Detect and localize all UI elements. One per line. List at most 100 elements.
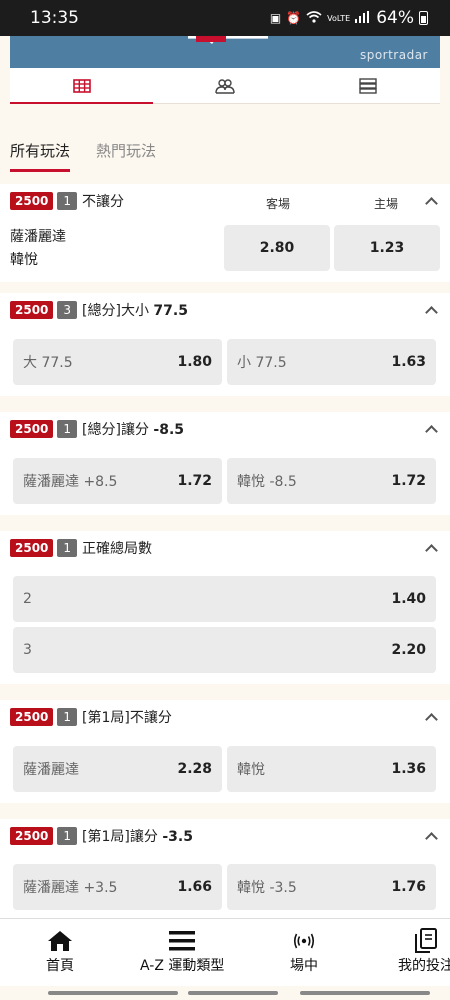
odds-button[interactable]: 韓悅 -3.5 1.76 (227, 864, 436, 910)
market-count-badge: 1 (57, 420, 78, 438)
nav-az-sports[interactable]: A-Z 運動類型 (140, 927, 224, 975)
market-id-badge: 2500 (10, 708, 54, 726)
market-id-badge: 2500 (10, 192, 54, 210)
market-total-handicap: 2500 1 [總分]讓分 -8.5 薩潘麗達 +8.5 1.72 韓悅 -8.… (0, 412, 450, 515)
option-label: 小 77.5 (237, 355, 287, 371)
market-title: [第1局]讓分 -3.5 (82, 829, 193, 845)
users-icon (215, 78, 235, 94)
collapse-chevron-icon[interactable] (425, 196, 438, 210)
market-count-badge: 3 (57, 301, 78, 319)
grid-icon (72, 78, 91, 93)
market-header[interactable]: 2500 1 [總分]讓分 -8.5 (0, 412, 450, 446)
market-header[interactable]: 2500 3 [總分]大小 77.5 (0, 293, 450, 327)
bets-icon (415, 928, 437, 953)
market-id-badge: 2500 (10, 539, 54, 557)
market-total-over-under: 2500 3 [總分]大小 77.5 大 77.5 1.80 小 77.5 1.… (0, 293, 450, 396)
odds-button[interactable]: 薩潘麗達 +8.5 1.72 (13, 458, 222, 504)
odds-value: 1.40 (391, 591, 426, 607)
filter-popular[interactable]: 熱門玩法 (96, 140, 156, 172)
match-banner: sportradar (10, 36, 440, 68)
option-label: 韓悅 (237, 762, 265, 778)
bottom-navigation: 首頁 A-Z 運動類型 場中 我的投注 (0, 918, 450, 986)
nav-my-bets-label: 我的投注 (398, 958, 450, 974)
alarm-icon: ⏰ (286, 11, 302, 25)
market-title: 正確總局數 (82, 541, 153, 557)
wifi-icon (306, 10, 322, 26)
odds-value: 2.20 (391, 642, 426, 658)
odds-button[interactable]: 大 77.5 1.80 (13, 339, 222, 385)
tab-markets[interactable] (10, 68, 154, 104)
volte-icon: VoLTE (327, 13, 351, 23)
odds-value: 2.80 (259, 240, 295, 256)
nav-az-sports-label: A-Z 運動類型 (140, 958, 225, 974)
odds-value: 1.80 (177, 354, 212, 370)
market-id-badge: 2500 (10, 827, 54, 845)
nav-home-label: 首頁 (46, 958, 74, 974)
tab-stats[interactable] (297, 68, 440, 103)
nav-live[interactable]: 場中 (290, 927, 318, 975)
option-label: 薩潘麗達 +8.5 (23, 474, 118, 490)
menu-icon (169, 931, 196, 951)
market-count-badge: 1 (57, 192, 78, 210)
odds-value: 1.63 (391, 354, 426, 370)
team-away: 薩潘麗達 (10, 229, 66, 245)
odds-value: 1.23 (369, 240, 405, 256)
nav-home[interactable]: 首頁 (46, 927, 74, 975)
collapse-chevron-icon[interactable] (425, 543, 438, 557)
tab-players[interactable] (153, 68, 296, 103)
market-title: [總分]大小 77.5 (82, 303, 188, 319)
market-set1-moneyline: 2500 1 [第1局]不讓分 薩潘麗達 2.28 韓悅 1.36 (0, 700, 450, 803)
market-correct-total-games: 2500 1 正確總局數 2 1.40 3 2.20 (0, 531, 450, 684)
list-icon (359, 77, 378, 94)
market-header[interactable]: 2500 1 正確總局數 (0, 531, 450, 565)
market-count-badge: 1 (57, 539, 78, 557)
option-label: 3 (23, 642, 32, 658)
system-nav-bar (48, 991, 178, 995)
filter-all[interactable]: 所有玩法 (10, 140, 71, 172)
market-moneyline: 2500 1 不讓分 客場 主場 薩潘麗達 韓悅 2.80 1.23 (0, 184, 450, 282)
sportradar-logo: sportradar (359, 48, 428, 62)
nav-live-label: 場中 (290, 958, 318, 974)
odds-button[interactable]: 薩潘麗達 2.28 (13, 746, 222, 792)
market-title: [總分]讓分 -8.5 (82, 422, 185, 438)
odds-button[interactable]: 2 1.40 (13, 576, 436, 622)
odds-button[interactable]: 2.80 (224, 225, 330, 271)
system-nav-bar (300, 991, 430, 995)
nav-my-bets[interactable]: 我的投注 (398, 927, 450, 975)
odds-value: 1.36 (391, 761, 426, 777)
option-label: 韓悅 -3.5 (237, 880, 297, 896)
home-icon (48, 931, 72, 951)
market-header[interactable]: 2500 1 不讓分 客場 主場 (0, 184, 450, 218)
team-names: 薩潘麗達 韓悅 (10, 226, 66, 272)
collapse-chevron-icon[interactable] (425, 712, 438, 726)
option-label: 2 (23, 591, 32, 607)
odds-button[interactable]: 薩潘麗達 +3.5 1.66 (13, 864, 222, 910)
status-time: 13:35 (30, 8, 79, 28)
market-header[interactable]: 2500 1 [第1局]讓分 -3.5 (0, 819, 450, 853)
collapse-chevron-icon[interactable] (425, 305, 438, 319)
odds-button[interactable]: 小 77.5 1.63 (227, 339, 436, 385)
system-nav-bar (188, 991, 278, 995)
market-filters: 所有玩法 熱門玩法 (10, 140, 156, 172)
odds-value: 2.28 (177, 761, 212, 777)
odds-button[interactable]: 韓悅 -8.5 1.72 (227, 458, 436, 504)
signal-icon (355, 10, 370, 26)
odds-button[interactable]: 韓悅 1.36 (227, 746, 436, 792)
option-label: 薩潘麗達 +3.5 (23, 880, 118, 896)
column-home: 主場 (374, 197, 399, 211)
status-bar: 13:35 ▣ ⏰ VoLTE 64% (0, 0, 450, 36)
odds-button[interactable]: 3 2.20 (13, 627, 436, 673)
market-header[interactable]: 2500 1 [第1局]不讓分 (0, 700, 450, 734)
banner-marker (196, 36, 226, 42)
market-id-badge: 2500 (10, 301, 54, 319)
odds-value: 1.72 (391, 473, 426, 489)
view-tabs (10, 68, 440, 104)
market-set1-handicap: 2500 1 [第1局]讓分 -3.5 薩潘麗達 +3.5 1.66 韓悅 -3… (0, 819, 450, 918)
battery-icon (419, 11, 428, 25)
market-title: [第1局]不讓分 (82, 710, 172, 726)
collapse-chevron-icon[interactable] (425, 831, 438, 845)
odds-value: 1.72 (177, 473, 212, 489)
option-label: 大 77.5 (23, 355, 73, 371)
odds-button[interactable]: 1.23 (334, 225, 440, 271)
collapse-chevron-icon[interactable] (425, 424, 438, 438)
